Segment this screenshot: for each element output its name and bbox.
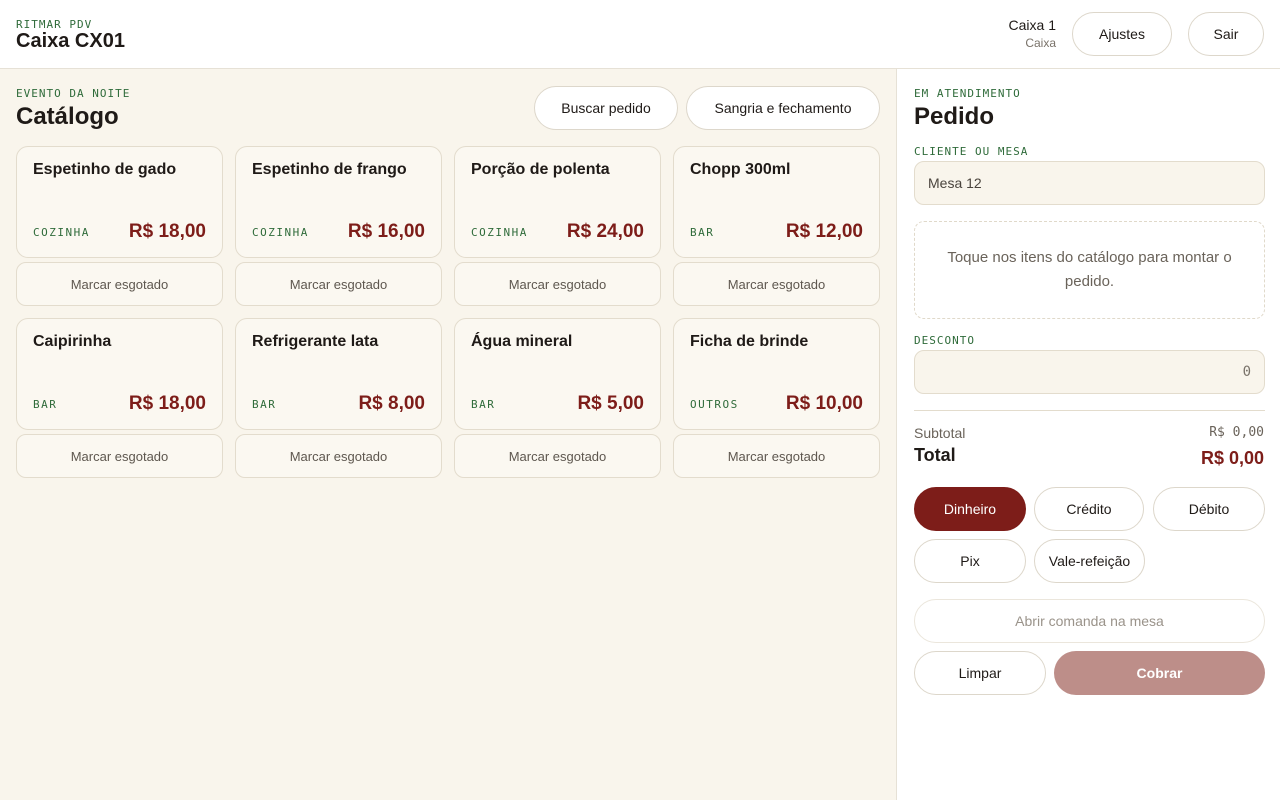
item-category: BAR (252, 398, 277, 411)
item-name: Porção de polenta (471, 161, 610, 178)
payment-meal-voucher-button[interactable]: Vale-refeição (1034, 539, 1145, 583)
catalog-item-card[interactable]: Chopp 300ml BAR R$ 12,00 (673, 146, 880, 258)
item-category: COZINHA (33, 226, 90, 239)
item-name: Água mineral (471, 333, 573, 350)
payment-credit-button[interactable]: Crédito (1034, 487, 1144, 531)
item-category: OUTROS (690, 398, 739, 411)
empty-order-hint: Toque nos itens do catálogo para montar … (914, 221, 1265, 319)
item-category: BAR (33, 398, 58, 411)
open-table-tab-button[interactable]: Abrir comanda na mesa (914, 599, 1265, 643)
clear-order-button[interactable]: Limpar (914, 651, 1046, 695)
total-value: R$ 0,00 (1200, 448, 1264, 468)
user-role: Caixa (1025, 36, 1056, 50)
total-label: Total (914, 445, 956, 465)
settings-button[interactable]: Ajustes (1072, 12, 1172, 56)
mark-sold-out-button[interactable]: Marcar esgotado (16, 434, 223, 478)
payment-cash-button[interactable]: Dinheiro (914, 487, 1026, 531)
catalog-item-card[interactable]: Espetinho de gado COZINHA R$ 18,00 (16, 146, 223, 258)
mark-sold-out-button[interactable]: Marcar esgotado (673, 434, 880, 478)
discount-field-label: DESCONTO (914, 334, 975, 347)
payment-pix-button[interactable]: Pix (914, 539, 1026, 583)
mark-sold-out-button[interactable]: Marcar esgotado (454, 434, 661, 478)
logout-button[interactable]: Sair (1188, 12, 1264, 56)
mark-sold-out-button[interactable]: Marcar esgotado (454, 262, 661, 306)
order-title: Pedido (914, 103, 995, 130)
item-name: Refrigerante lata (252, 333, 379, 350)
order-kicker: EM ATENDIMENTO (914, 87, 1021, 100)
catalog-item-card[interactable]: Ficha de brinde OUTROS R$ 10,00 (673, 318, 880, 430)
catalog-item-card[interactable]: Espetinho de frango COZINHA R$ 16,00 (235, 146, 442, 258)
item-price: R$ 5,00 (577, 393, 644, 414)
item-category: COZINHA (252, 226, 309, 239)
item-price: R$ 18,00 (128, 393, 206, 414)
item-price: R$ 16,00 (347, 221, 425, 242)
subtotal-value: R$ 0,00 (1209, 425, 1264, 440)
charge-button[interactable]: Cobrar (1054, 651, 1265, 695)
item-price: R$ 18,00 (128, 221, 206, 242)
customer-input[interactable] (914, 161, 1265, 205)
item-category: COZINHA (471, 226, 528, 239)
mark-sold-out-button[interactable]: Marcar esgotado (235, 262, 442, 306)
catalog-item-card[interactable]: Caipirinha BAR R$ 18,00 (16, 318, 223, 430)
catalog-section: EVENTO DA NOITE Catálogo Buscar pedido S… (0, 69, 896, 800)
payment-debit-button[interactable]: Débito (1153, 487, 1265, 531)
catalog-item-card[interactable]: Água mineral BAR R$ 5,00 (454, 318, 661, 430)
catalog-kicker: EVENTO DA NOITE (16, 87, 131, 100)
mark-sold-out-button[interactable]: Marcar esgotado (16, 262, 223, 306)
catalog-item-card[interactable]: Refrigerante lata BAR R$ 8,00 (235, 318, 442, 430)
user-name: Caixa 1 (1008, 17, 1056, 33)
item-name: Espetinho de gado (33, 161, 177, 178)
item-price: R$ 8,00 (358, 393, 425, 414)
item-name: Ficha de brinde (690, 333, 809, 350)
item-price: R$ 12,00 (785, 221, 863, 242)
item-price: R$ 24,00 (566, 221, 644, 242)
totals-divider (914, 410, 1265, 411)
item-category: BAR (690, 226, 715, 239)
user-info: Caixa 1 Caixa (1009, 17, 1056, 50)
item-category: BAR (471, 398, 496, 411)
search-order-button[interactable]: Buscar pedido (534, 86, 678, 130)
top-bar: RITMAR PDV Caixa CX01 Caixa 1 Caixa Ajus… (0, 0, 1280, 69)
catalog-item-card[interactable]: Porção de polenta COZINHA R$ 24,00 (454, 146, 661, 258)
item-name: Espetinho de frango (252, 161, 407, 178)
mark-sold-out-button[interactable]: Marcar esgotado (673, 262, 880, 306)
cash-close-button[interactable]: Sangria e fechamento (686, 86, 880, 130)
item-name: Chopp 300ml (690, 161, 791, 178)
discount-input[interactable] (914, 350, 1265, 394)
mark-sold-out-button[interactable]: Marcar esgotado (235, 434, 442, 478)
subtotal-label: Subtotal (914, 425, 966, 441)
item-name: Caipirinha (33, 333, 112, 350)
register-title: Caixa CX01 (16, 30, 125, 52)
customer-field-label: CLIENTE OU MESA (914, 145, 1029, 158)
catalog-title: Catálogo (16, 103, 119, 130)
item-price: R$ 10,00 (785, 393, 863, 414)
order-panel: EM ATENDIMENTO Pedido CLIENTE OU MESA To… (896, 69, 1280, 800)
